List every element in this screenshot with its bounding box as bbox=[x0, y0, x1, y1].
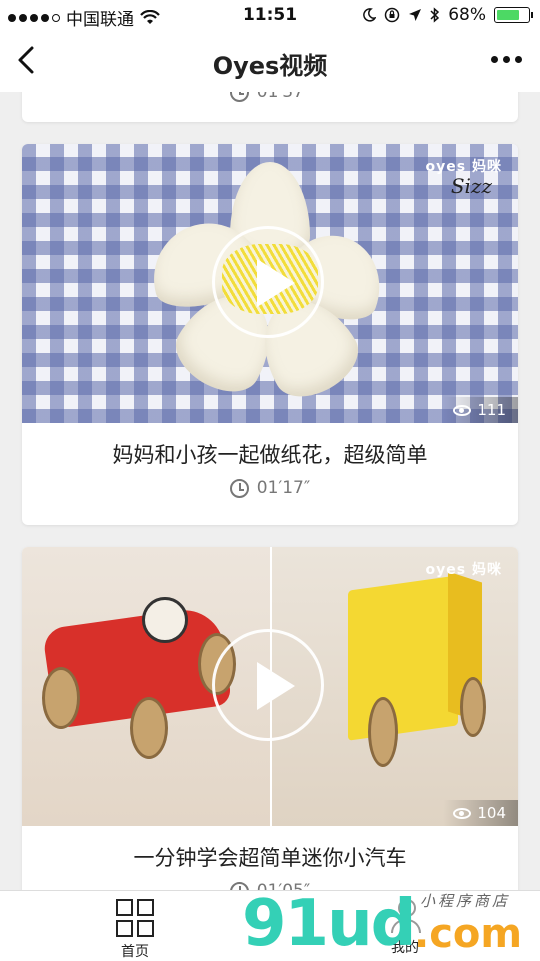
duration-row: 01′37″ bbox=[22, 92, 518, 102]
tab-home-label: 首页 bbox=[121, 944, 149, 960]
duration: 01′37″ bbox=[256, 92, 311, 102]
car-wheel bbox=[460, 677, 486, 737]
clock-icon bbox=[229, 478, 249, 498]
eye-icon bbox=[453, 807, 472, 819]
yellow-car bbox=[348, 575, 458, 741]
battery-percent: 68% bbox=[448, 5, 486, 25]
video-thumbnail[interactable]: oyes 妈咪 Sizz 111 bbox=[22, 144, 518, 423]
duration: 01′17″ bbox=[256, 478, 311, 498]
video-card[interactable]: 01′37″ bbox=[22, 92, 518, 122]
video-list: 01′37″ oyes 妈咪 Sizz 111 妈妈和小孩一起做纸花，超级简单 … bbox=[0, 92, 540, 890]
views-value: 111 bbox=[477, 401, 506, 419]
rotation-lock-icon bbox=[384, 7, 400, 23]
view-count: 111 bbox=[443, 397, 518, 423]
bluetooth-icon bbox=[430, 7, 440, 23]
car-wheel bbox=[368, 697, 398, 767]
moon-icon bbox=[363, 8, 377, 22]
views-value: 104 bbox=[477, 804, 506, 822]
eye-icon bbox=[453, 404, 472, 416]
video-card[interactable]: oyes 妈咪 104 一分钟学会超简单迷你小汽车 01′05″ bbox=[22, 547, 518, 890]
location-icon bbox=[409, 9, 422, 21]
video-title[interactable]: 一分钟学会超简单迷你小汽车 bbox=[22, 843, 518, 873]
page-title: Oyes视频 bbox=[212, 52, 328, 80]
car-wheel bbox=[42, 667, 80, 729]
status-bar: 中国联通 11:51 68% bbox=[0, 0, 540, 30]
play-button[interactable] bbox=[212, 629, 324, 741]
status-right: 68% bbox=[362, 5, 533, 25]
battery-icon bbox=[494, 7, 533, 23]
play-button[interactable] bbox=[212, 226, 324, 338]
watermark-com: .com bbox=[414, 911, 523, 957]
tab-home[interactable]: 首页 bbox=[104, 899, 166, 961]
more-dots-icon[interactable] bbox=[491, 56, 522, 63]
steering-wheel bbox=[142, 597, 188, 643]
clock-icon bbox=[229, 92, 249, 102]
signature-mark: Sizz bbox=[450, 174, 492, 198]
nav-bar: Oyes视频 bbox=[0, 30, 540, 92]
brand-logo: oyes 妈咪 bbox=[425, 562, 502, 578]
brand-logo: oyes 妈咪 bbox=[425, 159, 502, 175]
video-thumbnail[interactable]: oyes 妈咪 104 bbox=[22, 547, 518, 826]
watermark-logo: 91ud .com 小程序商店 bbox=[242, 888, 532, 960]
view-count: 104 bbox=[443, 800, 518, 826]
car-wheel bbox=[130, 697, 168, 759]
grid-icon bbox=[116, 899, 154, 937]
video-title[interactable]: 妈妈和小孩一起做纸花，超级简单 bbox=[22, 440, 518, 470]
video-card[interactable]: oyes 妈咪 Sizz 111 妈妈和小孩一起做纸花，超级简单 01′17″ bbox=[22, 144, 518, 525]
watermark-main: 91ud bbox=[242, 887, 416, 961]
duration-row: 01′17″ bbox=[22, 478, 518, 498]
watermark-tagline: 小程序商店 bbox=[420, 892, 511, 910]
